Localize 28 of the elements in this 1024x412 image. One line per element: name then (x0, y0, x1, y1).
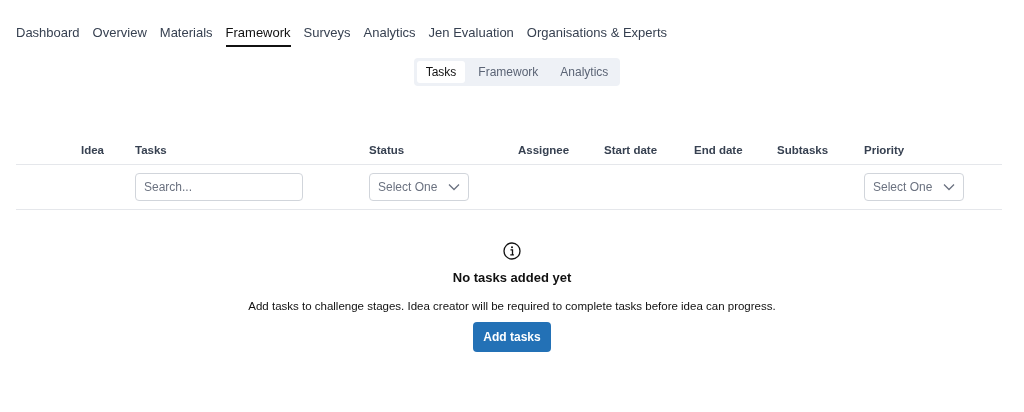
priority-dropdown[interactable]: Select One (864, 173, 964, 201)
nav-tab[interactable]: Organisations & Experts (526, 25, 668, 47)
column-header: Idea (80, 144, 105, 156)
empty-title: No tasks added yet (452, 270, 572, 285)
nav-tab[interactable]: Overview (92, 25, 147, 47)
column-header: Priority (864, 144, 906, 156)
sub-tab[interactable]: Analytics (551, 61, 618, 83)
column-header: Start date (604, 144, 659, 156)
nav-tab[interactable]: Analytics (363, 25, 416, 47)
status-dropdown[interactable]: Select One (369, 173, 469, 201)
empty-message: Add tasks to challenge stages. Idea creator will be required to complete tasks before idea can progress. (248, 300, 776, 312)
chevron-down-icon (943, 183, 955, 191)
sub-tab[interactable]: Framework (469, 61, 548, 83)
nav-tab[interactable]: Dashboard (16, 25, 80, 47)
search-field[interactable]: Search... (135, 173, 303, 201)
nav-tab[interactable]: Jen Evaluation (428, 25, 514, 47)
column-header: Subtasks (777, 144, 830, 156)
nav-tab[interactable]: Framework (225, 25, 291, 47)
add-tasks-button[interactable]: Add tasks (473, 322, 551, 352)
nav-tab[interactable]: Materials (159, 25, 213, 47)
column-header: Status (369, 144, 406, 156)
column-header: Tasks (135, 144, 168, 156)
chevron-down-icon (448, 183, 460, 191)
nav-tab[interactable]: Surveys (303, 25, 351, 47)
info-icon (503, 242, 521, 260)
sub-tab[interactable]: Tasks (416, 61, 466, 83)
column-header: End date (694, 144, 744, 156)
column-header: Assignee (518, 144, 571, 156)
